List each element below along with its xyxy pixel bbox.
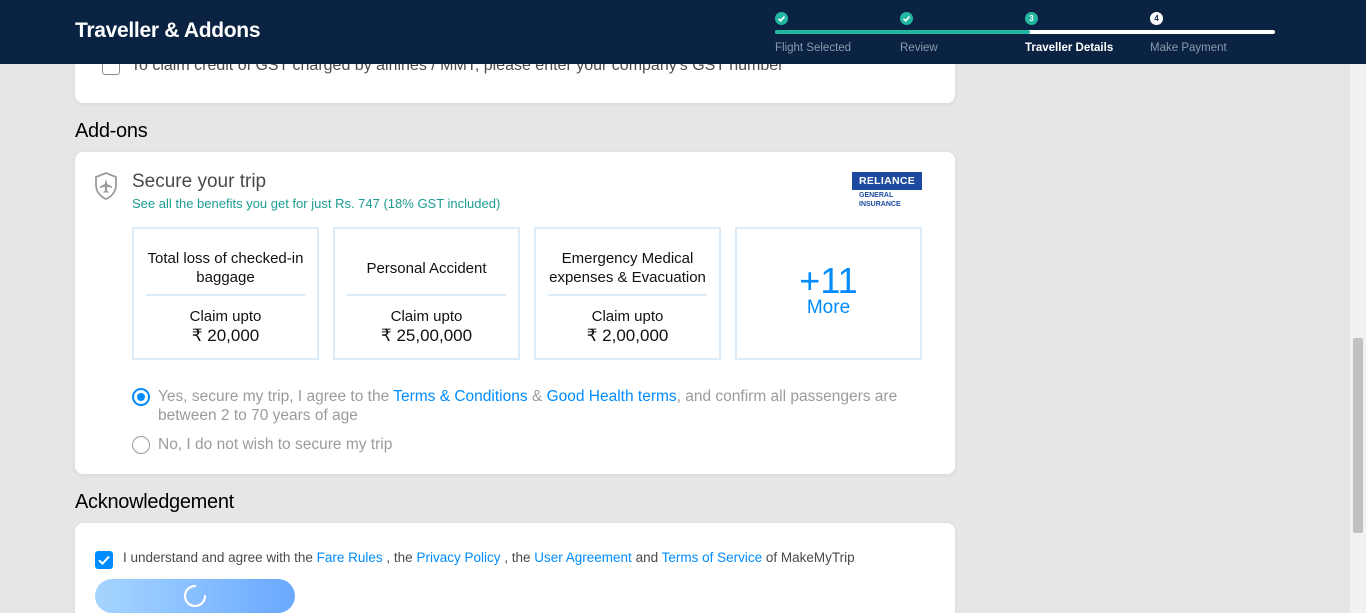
secure-trip-yes-label: Yes, secure my trip, I agree to the Term… <box>158 388 898 424</box>
loading-spinner-icon <box>183 584 207 608</box>
step-review: Review <box>900 12 938 54</box>
page-title: Traveller & Addons <box>75 19 261 42</box>
step-traveller-details: 3 Traveller Details <box>1025 12 1113 54</box>
addons-heading: Add-ons <box>75 120 148 142</box>
check-icon <box>900 12 913 25</box>
step-flight-selected: Flight Selected <box>775 12 851 54</box>
secure-trip-no-radio[interactable] <box>132 436 150 454</box>
benefits-link[interactable]: See all the benefits you get for just Rs… <box>132 196 500 211</box>
check-icon <box>98 555 110 566</box>
secure-trip-card: Secure your trip See all the benefits yo… <box>75 152 955 474</box>
benefit-amount: ₹ 20,000 <box>191 326 260 345</box>
benefit-card: Personal Accident Claim upto ₹ 25,00,000 <box>333 227 520 360</box>
step-number: 4 <box>1150 12 1163 25</box>
step-label: Review <box>900 42 938 54</box>
scrollbar-thumb[interactable] <box>1353 338 1363 533</box>
shield-plane-icon <box>95 172 117 200</box>
terms-of-service-link[interactable]: Terms of Service <box>662 550 763 565</box>
step-number: 3 <box>1025 12 1038 25</box>
benefit-amount: ₹ 25,00,000 <box>380 326 473 345</box>
page-scrollbar[interactable] <box>1350 0 1366 613</box>
privacy-policy-link[interactable]: Privacy Policy <box>416 550 500 565</box>
benefit-name: Emergency Medical expenses & Evacuation <box>548 246 707 296</box>
benefit-amount: ₹ 2,00,000 <box>586 326 669 345</box>
secure-trip-yes-radio[interactable] <box>132 388 150 406</box>
benefit-name: Total loss of checked-in baggage <box>146 246 305 296</box>
benefit-claim-label: Claim upto <box>189 308 262 325</box>
benefit-claim-label: Claim upto <box>591 308 664 325</box>
page-header: Traveller & Addons Flight Selected Revie… <box>0 0 1366 64</box>
more-count: +11 <box>799 260 858 301</box>
acknowledgement-card: I understand and agree with the Fare Rul… <box>75 523 955 613</box>
step-label: Flight Selected <box>775 42 852 54</box>
secure-trip-title: Secure your trip <box>132 171 267 192</box>
good-health-terms-link[interactable]: Good Health terms <box>547 388 677 405</box>
benefit-name: Personal Accident <box>347 246 506 296</box>
step-label: Traveller Details <box>1025 42 1114 54</box>
secure-trip-no-label: No, I do not wish to secure my trip <box>158 436 393 453</box>
step-label: Make Payment <box>1150 42 1227 54</box>
logo-subtext: GENERAL INSURANCE <box>859 192 901 208</box>
proceed-button[interactable] <box>95 579 295 613</box>
acknowledgement-heading: Acknowledgement <box>75 491 234 513</box>
benefit-claim-label: Claim upto <box>390 308 463 325</box>
check-icon <box>775 12 788 25</box>
progress-fill <box>775 30 1030 34</box>
benefit-card: Total loss of checked-in baggage Claim u… <box>132 227 319 360</box>
fare-rules-link[interactable]: Fare Rules <box>317 550 383 565</box>
logo-brand: RELIANCE <box>852 172 922 190</box>
user-agreement-link[interactable]: User Agreement <box>534 550 632 565</box>
terms-conditions-link[interactable]: Terms & Conditions <box>393 388 527 405</box>
acknowledgement-text: I understand and agree with the Fare Rul… <box>123 550 855 565</box>
reliance-logo: RELIANCE GENERAL INSURANCE <box>852 172 922 212</box>
step-make-payment: 4 Make Payment <box>1150 12 1227 54</box>
acknowledgement-checkbox[interactable] <box>95 551 113 569</box>
more-benefits-card[interactable]: +11 More <box>735 227 922 360</box>
progress-stepper: Flight Selected Review 3 Traveller Detai… <box>775 10 1275 60</box>
more-label: More <box>806 297 851 318</box>
benefit-card: Emergency Medical expenses & Evacuation … <box>534 227 721 360</box>
